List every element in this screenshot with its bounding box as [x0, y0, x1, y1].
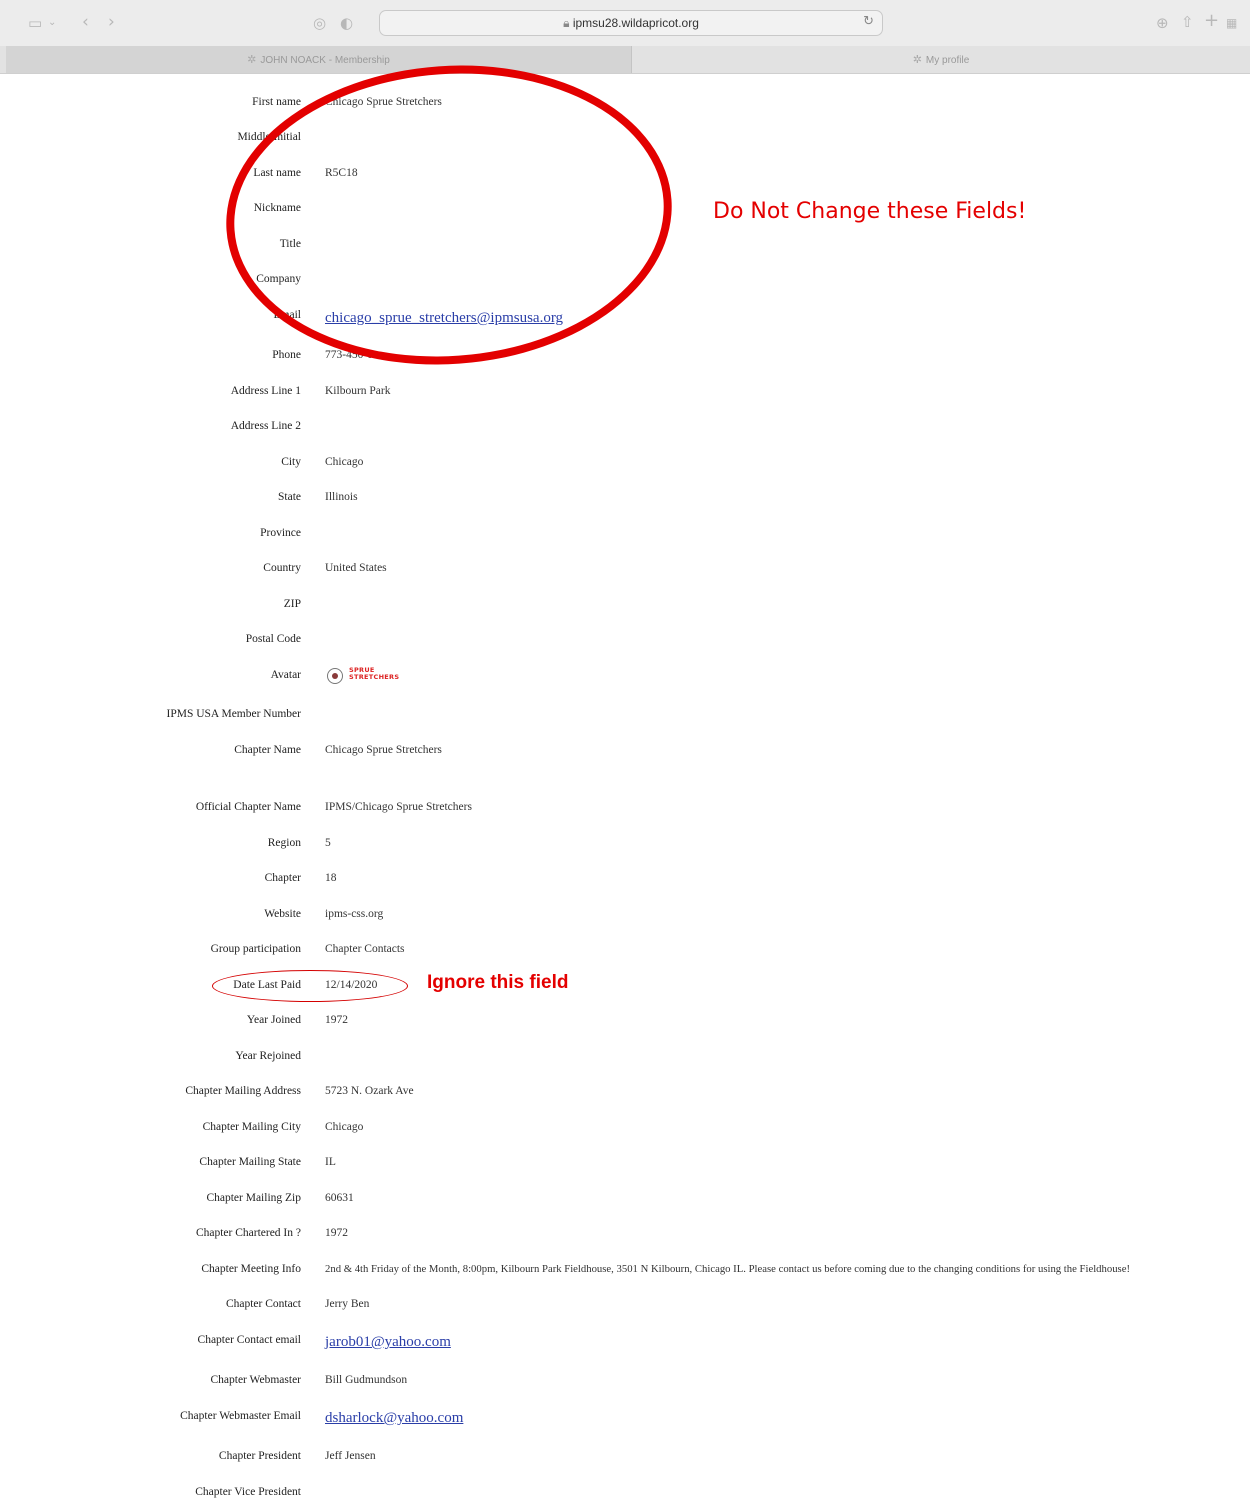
field-value-chapter-mailing-address: 5723 N. Ozark Ave: [325, 1085, 414, 1097]
field-value-chapter-mailing-zip: 60631: [325, 1192, 354, 1204]
annotation-do-not-change: Do Not Change these Fields!: [713, 199, 1027, 224]
field-value-region: 5: [325, 837, 331, 849]
sidebar-icon[interactable]: ▭: [28, 14, 42, 32]
field-label-chapter-webmaster-email: Chapter Webmaster Email: [180, 1410, 301, 1422]
tab-label: JOHN NOACK - Membership: [260, 55, 390, 66]
tab-membership[interactable]: ✲ JOHN NOACK - Membership: [6, 46, 632, 73]
field-label-zip: ZIP: [283, 598, 301, 610]
annotation-ignore-field: Ignore this field: [427, 972, 569, 993]
extension-icon[interactable]: ◎: [313, 14, 326, 32]
field-label-address-line-1: Address Line 1: [230, 385, 301, 397]
gear-icon: ✲: [912, 53, 922, 66]
field-value-chapter-webmaster: Bill Gudmundson: [325, 1374, 408, 1386]
reload-icon[interactable]: ↻: [863, 14, 874, 29]
field-label-phone: Phone: [272, 349, 301, 361]
field-label-state: State: [278, 491, 301, 503]
shield-icon[interactable]: ◐: [340, 14, 353, 32]
field-label-group-participation: Group participation: [210, 943, 301, 955]
field-label-chapter-meeting-info: Chapter Meeting Info: [201, 1263, 301, 1275]
back-icon[interactable]: ‹: [82, 13, 89, 31]
field-label-year-rejoined: Year Rejoined: [235, 1050, 301, 1062]
field-value-address-line-1: Kilbourn Park: [325, 385, 391, 397]
field-value-chapter-name: Chicago Sprue Stretchers: [325, 744, 442, 756]
webmaster-email-link[interactable]: dsharlock@yahoo.com: [325, 1410, 463, 1427]
field-value-chapter-mailing-city: Chicago: [325, 1121, 364, 1133]
field-value-website: ipms-css.org: [325, 908, 384, 920]
field-label-official-chapter-name: Official Chapter Name: [195, 801, 301, 813]
forward-icon[interactable]: ›: [108, 13, 115, 31]
field-value-chapter-contact: Jerry Ben: [325, 1298, 370, 1310]
field-label-chapter-mailing-city: Chapter Mailing City: [202, 1121, 301, 1133]
browser-toolbar: ▭ ⌄ ‹ › ◎ ◐ 🔒︎ ipmsu28.wildapricot.org ↻…: [0, 0, 1250, 46]
chevron-down-icon[interactable]: ⌄: [48, 14, 56, 32]
field-label-chapter-contact: Chapter Contact: [225, 1298, 301, 1310]
field-value-state: Illinois: [325, 491, 358, 503]
field-label-city: City: [281, 456, 301, 468]
tab-overview-icon[interactable]: ▦: [1226, 14, 1237, 32]
field-value-city: Chicago: [325, 456, 364, 468]
field-label-chapter: Chapter: [264, 872, 301, 884]
field-label-avatar: Avatar: [270, 669, 301, 681]
download-icon[interactable]: ⊕: [1156, 14, 1169, 32]
lock-icon: 🔒︎: [563, 16, 570, 30]
url-text: ipmsu28.wildapricot.org: [572, 16, 699, 30]
field-label-address-line-2: Address Line 2: [230, 420, 301, 432]
field-value-chapter: 18: [325, 872, 337, 884]
gear-icon: ✲: [247, 53, 257, 66]
field-value-group-participation: Chapter Contacts: [325, 943, 405, 955]
field-label-chapter-mailing-zip: Chapter Mailing Zip: [206, 1192, 301, 1204]
field-label-year-joined: Year Joined: [246, 1014, 301, 1026]
field-value-official-chapter-name: IPMS/Chicago Sprue Stretchers: [325, 801, 472, 813]
field-label-chapter-vice-president: Chapter Vice President: [195, 1486, 301, 1498]
new-tab-icon[interactable]: +: [1204, 12, 1219, 30]
chapter-contact-email-link[interactable]: jarob01@yahoo.com: [325, 1334, 451, 1351]
field-label-region: Region: [267, 837, 301, 849]
field-label-province: Province: [260, 527, 301, 539]
address-bar[interactable]: 🔒︎ ipmsu28.wildapricot.org ↻: [379, 10, 883, 36]
field-label-chapter-mailing-state: Chapter Mailing State: [199, 1156, 301, 1168]
address-url[interactable]: 🔒︎ ipmsu28.wildapricot.org: [380, 16, 882, 31]
field-value-country: United States: [325, 562, 387, 574]
field-value-chapter-chartered-in: 1972: [325, 1227, 348, 1239]
field-label-chapter-name: Chapter Name: [234, 744, 301, 756]
field-label-postal-code: Postal Code: [245, 633, 301, 645]
tab-bar: ✲ JOHN NOACK - Membership ✲ My profile: [0, 46, 1250, 74]
tab-my-profile[interactable]: ✲ My profile: [632, 46, 1250, 73]
field-label-website: Website: [264, 908, 301, 920]
field-label-first-name: First name: [252, 96, 301, 108]
field-value-chapter-meeting-info: 2nd & 4th Friday of the Month, 8:00pm, K…: [325, 1263, 1131, 1275]
field-label-member-number: IPMS USA Member Number: [166, 708, 302, 720]
field-label-country: Country: [263, 562, 301, 574]
tab-label: My profile: [925, 55, 970, 66]
avatar: SPRUE STRETCHERS: [327, 667, 417, 685]
field-label-chapter-webmaster: Chapter Webmaster: [210, 1374, 301, 1386]
avatar-logo-text: SPRUE STRETCHERS: [349, 666, 400, 681]
annotation-ellipse-small: [212, 970, 408, 1002]
field-label-chapter-chartered-in: Chapter Chartered In ?: [195, 1227, 301, 1239]
share-icon[interactable]: ⇧: [1181, 13, 1194, 31]
field-label-chapter-president: Chapter President: [218, 1450, 301, 1462]
field-label-chapter-mailing-address: Chapter Mailing Address: [185, 1085, 301, 1097]
field-value-chapter-president: Jeff Jensen: [325, 1450, 376, 1462]
field-value-chapter-mailing-state: IL: [325, 1156, 336, 1168]
avatar-emblem: [327, 668, 343, 684]
field-label-chapter-contact-email: Chapter Contact email: [197, 1334, 301, 1346]
field-value-year-joined: 1972: [325, 1014, 348, 1026]
